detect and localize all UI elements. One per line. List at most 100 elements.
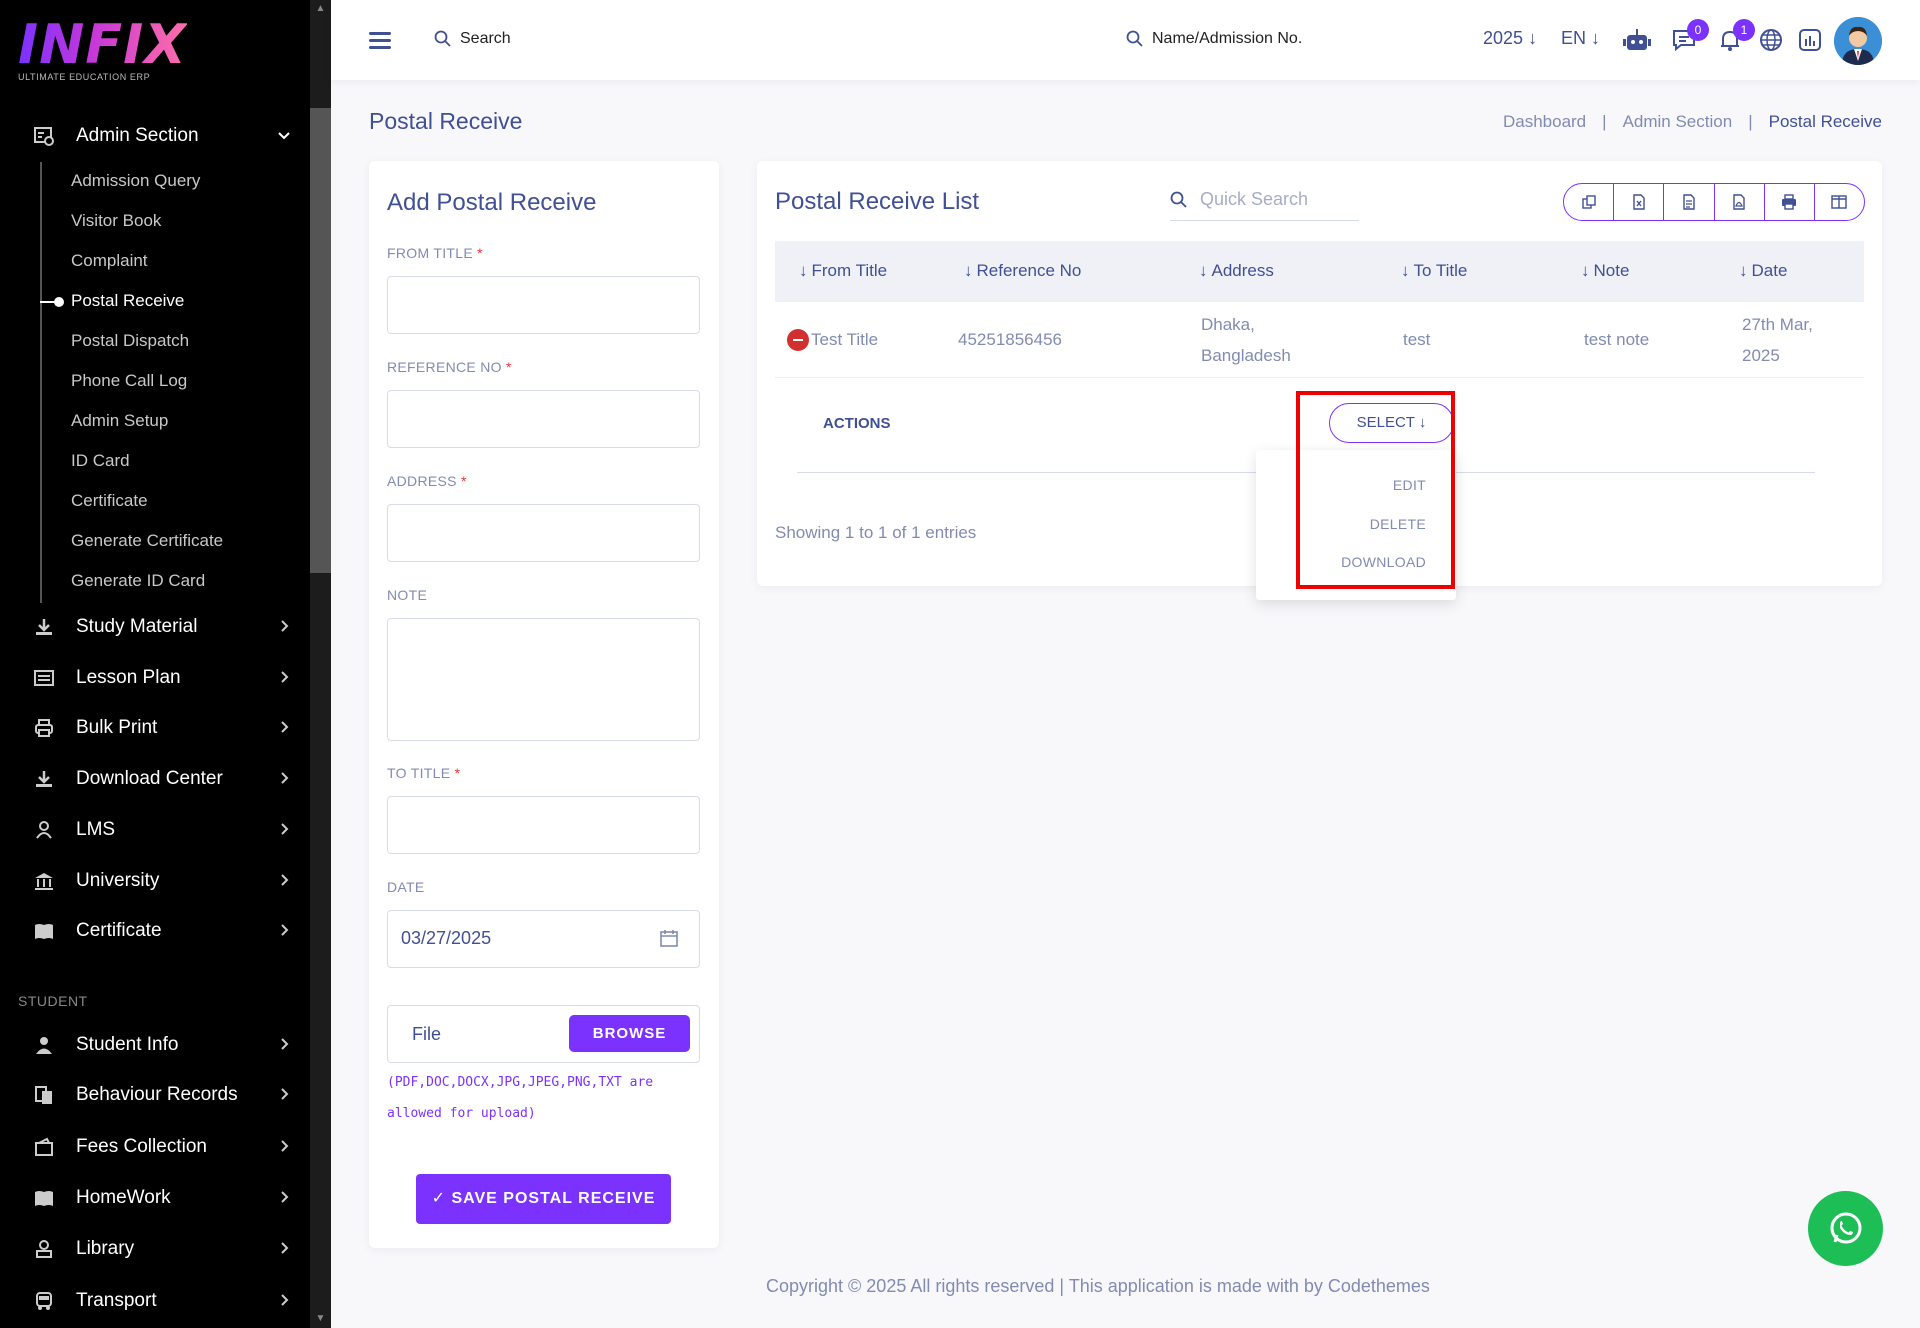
file-text-icon (1683, 194, 1695, 210)
scrollbar-thumb[interactable] (310, 108, 331, 573)
breadcrumb-dashboard[interactable]: Dashboard (1503, 112, 1586, 132)
print-button[interactable] (1765, 184, 1815, 220)
search-icon (1170, 191, 1187, 208)
sidebar-item-bulk-print[interactable]: Bulk Print (32, 708, 292, 748)
sidebar-subitem-generate-certificate[interactable]: Generate Certificate (71, 531, 223, 551)
scroll-down-icon[interactable]: ▼ (315, 1313, 326, 1324)
sort-arrow-icon: ↓ (1739, 261, 1748, 280)
column-header-to-title[interactable]: ↓ To Title (1401, 261, 1467, 281)
chevron-right-icon (276, 1292, 292, 1308)
table-row: Test Title 45251856456 Dhaka, Bangladesh… (775, 302, 1864, 378)
report-icon[interactable] (1797, 27, 1823, 53)
column-visibility-button[interactable] (1815, 184, 1864, 220)
breadcrumb-admin-section[interactable]: Admin Section (1623, 112, 1733, 132)
sidebar-item-lms[interactable]: LMS (32, 810, 292, 850)
cell-date-line1: 27th Mar, (1742, 315, 1813, 334)
reference-no-input[interactable] (387, 390, 700, 448)
language-selector[interactable]: EN ↓ (1561, 28, 1600, 49)
sidebar-subitem-admin-setup[interactable]: Admin Setup (71, 411, 168, 431)
whatsapp-button[interactable] (1808, 1191, 1883, 1266)
student-search[interactable]: Name/Admission No. (1126, 30, 1302, 48)
header-search[interactable]: Search (434, 30, 511, 48)
file-label: File (412, 1024, 442, 1044)
year-selector[interactable]: 2025 ↓ (1483, 28, 1537, 49)
from-title-input[interactable] (387, 276, 700, 334)
browse-button[interactable]: BROWSE (569, 1015, 690, 1052)
sidebar-item-certificate[interactable]: Certificate (32, 911, 292, 951)
sidebar-item-label: Student Info (76, 1034, 179, 1055)
scroll-up-icon[interactable]: ▲ (315, 3, 326, 14)
sidebar-subitem-id-card[interactable]: ID Card (71, 451, 130, 471)
csv-button[interactable] (1664, 184, 1715, 220)
chat-icon[interactable]: 0 (1671, 19, 1709, 53)
download-icon (32, 615, 56, 639)
chevron-right-icon (276, 669, 292, 685)
file-upload-field[interactable]: File BROWSE (387, 1005, 700, 1063)
sidebar-item-study-material[interactable]: Study Material (32, 607, 292, 647)
user-avatar[interactable] (1834, 17, 1882, 65)
submenu-line (40, 162, 42, 603)
globe-icon[interactable] (1758, 27, 1784, 53)
app-logo[interactable]: INFIX ULTIMATE EDUCATION ERP (18, 18, 187, 83)
sidebar-subitem-certificate[interactable]: Certificate (71, 491, 148, 511)
sidebar-subitem-admission-query[interactable]: Admission Query (71, 171, 200, 191)
sidebar-item-university[interactable]: University (32, 861, 292, 901)
excel-button[interactable] (1614, 184, 1665, 220)
sidebar-subitem-phone-call-log[interactable]: Phone Call Log (71, 371, 187, 391)
to-title-input[interactable] (387, 796, 700, 854)
calendar-icon[interactable] (659, 928, 679, 948)
sidebar-item-download-center[interactable]: Download Center (32, 759, 292, 799)
sidebar-item-homework[interactable]: HomeWork (32, 1178, 292, 1218)
copy-icon (1581, 195, 1596, 209)
cell-reference-no: 45251856456 (958, 330, 1063, 349)
user-icon (32, 1033, 56, 1057)
column-header-date[interactable]: ↓ Date (1739, 261, 1787, 281)
column-header-reference-no[interactable]: ↓ Reference No (964, 261, 1081, 281)
sidebar-subitem-visitor-book[interactable]: Visitor Book (71, 211, 161, 231)
date-input[interactable]: 03/27/2025 (387, 910, 700, 968)
cell-to-title: test (1403, 330, 1431, 349)
active-indicator (40, 297, 64, 307)
sidebar-item-behaviour-records[interactable]: Behaviour Records (32, 1075, 292, 1115)
sidebar-item-label: Study Material (76, 616, 198, 637)
pagination-info: Showing 1 to 1 of 1 entries (775, 523, 977, 542)
sidebar-subitem-complaint[interactable]: Complaint (71, 251, 148, 271)
sidebar-item-transport[interactable]: Transport (32, 1281, 292, 1321)
sidebar-item-label: HomeWork (76, 1187, 171, 1208)
note-textarea[interactable] (387, 618, 700, 741)
records-icon (32, 1083, 56, 1107)
column-header-from-title[interactable]: ↓ From Title (799, 261, 887, 281)
copy-button[interactable] (1564, 184, 1615, 220)
quick-search-input[interactable]: Quick Search (1170, 179, 1359, 221)
bell-icon[interactable]: 1 (1717, 19, 1755, 53)
menu-toggle-icon[interactable] (369, 32, 391, 50)
lesson-plan-icon (32, 666, 56, 690)
download-icon (32, 767, 56, 791)
save-postal-receive-button[interactable]: ✓ SAVE POSTAL RECEIVE (416, 1174, 671, 1224)
lms-icon (32, 818, 56, 842)
robot-icon[interactable] (1623, 27, 1651, 53)
sidebar-subitem-generate-id-card[interactable]: Generate ID Card (71, 571, 205, 591)
sidebar-scrollbar[interactable]: ▲ ▼ (310, 0, 331, 1328)
sidebar-item-student-info[interactable]: Student Info (32, 1025, 292, 1065)
library-icon (32, 1237, 56, 1261)
sidebar-item-label: University (76, 870, 160, 891)
column-header-note[interactable]: ↓ Note (1581, 261, 1629, 281)
sidebar-subitem-postal-dispatch[interactable]: Postal Dispatch (71, 331, 189, 351)
printer-icon (32, 716, 56, 740)
sidebar-item-fees-collection[interactable]: Fees Collection (32, 1127, 292, 1167)
sidebar-item-lesson-plan[interactable]: Lesson Plan (32, 658, 292, 698)
list-title: Postal Receive List (775, 188, 980, 215)
chevron-right-icon (276, 872, 292, 888)
sidebar-item-admin-section[interactable]: Admin Section (32, 116, 292, 156)
collapse-row-icon[interactable] (787, 329, 809, 351)
column-header-address[interactable]: ↓ Address (1199, 261, 1274, 281)
address-input[interactable] (387, 504, 700, 562)
excel-icon (1633, 194, 1645, 210)
book-icon (32, 919, 56, 943)
sidebar-item-label: Fees Collection (76, 1136, 207, 1157)
pdf-button[interactable] (1715, 184, 1765, 220)
notification-badge: 1 (1733, 19, 1755, 41)
sidebar-subitem-postal-receive[interactable]: Postal Receive (71, 291, 184, 311)
sidebar-item-library[interactable]: Library (32, 1229, 292, 1269)
